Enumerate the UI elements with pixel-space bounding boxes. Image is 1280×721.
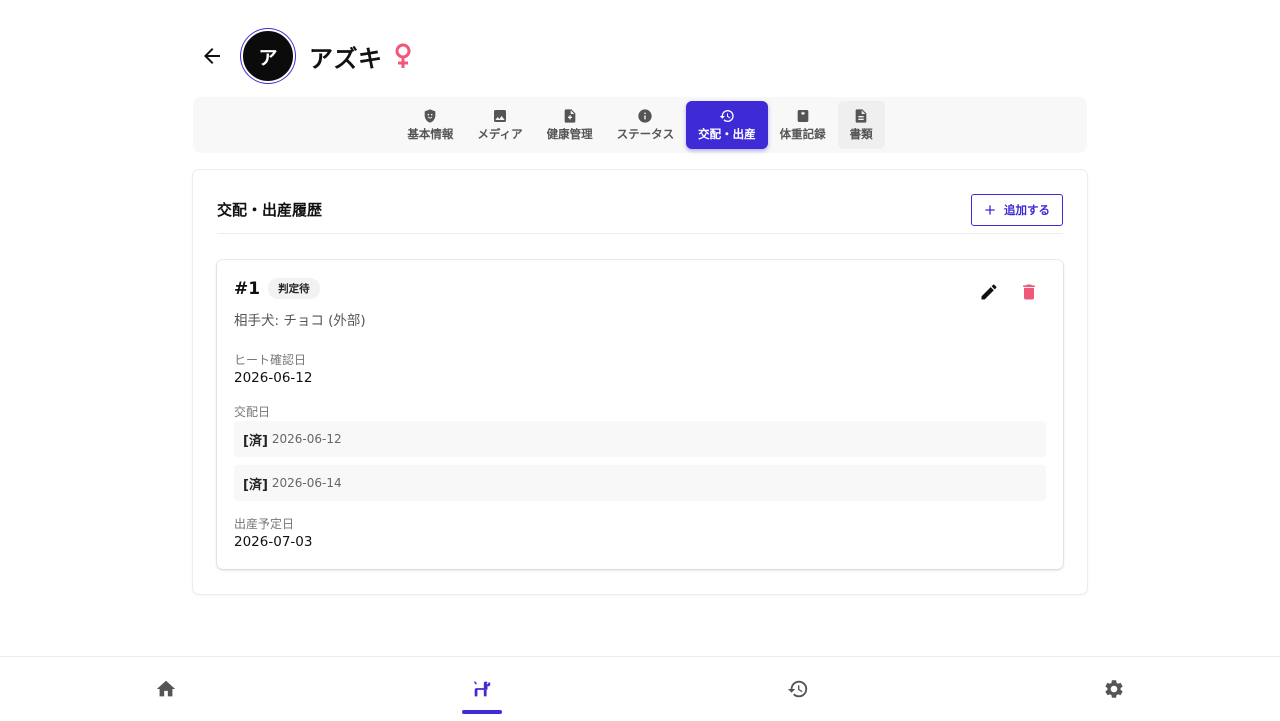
mating-date: 2026-06-12	[271, 432, 342, 446]
tab-label: メディア	[477, 127, 523, 141]
breeding-history-panel: 交配・出産履歴 追加する #1 判定待 相手犬: チョコ (外部) ヒート確認日…	[193, 170, 1087, 594]
mating-row: [済] 2026-06-14	[234, 465, 1046, 501]
tab-documents[interactable]: 書類	[837, 101, 885, 149]
avatar: ア	[241, 29, 295, 83]
partner-dog: 相手犬: チョコ (外部)	[234, 313, 366, 329]
add-button-label: 追加する	[1004, 202, 1050, 217]
tab-label: 交配・出産	[698, 127, 756, 141]
trash-icon	[1019, 282, 1039, 302]
edit-button[interactable]	[969, 278, 1009, 306]
record-actions	[969, 278, 1049, 306]
nav-history[interactable]	[758, 657, 838, 721]
active-indicator	[462, 710, 502, 714]
mating-date-label: 交配日	[234, 405, 271, 419]
heat-date-label: ヒート確認日	[234, 353, 307, 367]
tab-breeding[interactable]: 交配・出産	[686, 101, 768, 149]
mating-date: 2026-06-14	[271, 476, 342, 490]
section-header: 交配・出産履歴 追加する	[217, 193, 1063, 234]
tab-basic-info[interactable]: 基本情報	[395, 101, 465, 149]
record-number: #1	[234, 278, 261, 299]
status-badge: 判定待	[268, 278, 320, 299]
delete-button[interactable]	[1009, 278, 1049, 306]
tab-label: ステータス	[616, 127, 675, 141]
tab-weight[interactable]: 体重記録	[768, 101, 838, 149]
female-icon	[393, 43, 413, 69]
heat-date-value: 2026-06-12	[234, 370, 313, 386]
pet-name: アズキ	[309, 44, 383, 73]
tab-label: 書類	[849, 127, 873, 141]
settings-icon	[1103, 678, 1125, 700]
tab-status[interactable]: ステータス	[605, 101, 687, 149]
add-button[interactable]: 追加する	[971, 193, 1063, 226]
pet-header: ア アズキ	[193, 28, 413, 84]
due-date-label: 出産予定日	[234, 517, 295, 531]
mating-status: [済]	[243, 477, 268, 493]
tab-bar: 基本情報 メディア 健康管理 ステータス 交配・出産 体重記録 書類	[193, 97, 1087, 153]
history-icon	[787, 678, 809, 700]
due-date-value: 2026-07-03	[234, 534, 313, 550]
section-title: 交配・出産履歴	[217, 201, 323, 219]
plus-icon	[982, 202, 998, 218]
weight-icon	[795, 108, 811, 124]
medical-file-icon	[562, 108, 578, 124]
tab-media[interactable]: メディア	[465, 101, 534, 149]
document-icon	[853, 108, 869, 124]
nav-settings[interactable]	[1074, 657, 1154, 721]
tab-health[interactable]: 健康管理	[535, 101, 605, 149]
dog-icon	[471, 678, 493, 700]
arrow-back-icon	[200, 44, 224, 68]
breeding-record-card: #1 判定待 相手犬: チョコ (外部) ヒート確認日 2026-06-12 交…	[217, 260, 1063, 569]
nav-home[interactable]	[126, 657, 206, 721]
image-icon	[492, 108, 508, 124]
home-icon	[155, 678, 177, 700]
mating-status: [済]	[243, 433, 268, 449]
back-button[interactable]	[193, 37, 231, 75]
tab-label: 体重記録	[779, 127, 826, 141]
pencil-icon	[979, 282, 999, 302]
nav-pets[interactable]	[442, 657, 522, 721]
record-heading: #1 判定待	[234, 278, 320, 299]
tab-label: 基本情報	[407, 127, 454, 141]
bottom-navigation	[0, 656, 1280, 720]
mating-row: [済] 2026-06-12	[234, 421, 1046, 457]
history-icon	[719, 108, 735, 124]
info-icon	[637, 108, 653, 124]
tab-label: 健康管理	[546, 127, 593, 141]
shield-pet-icon	[422, 108, 438, 124]
